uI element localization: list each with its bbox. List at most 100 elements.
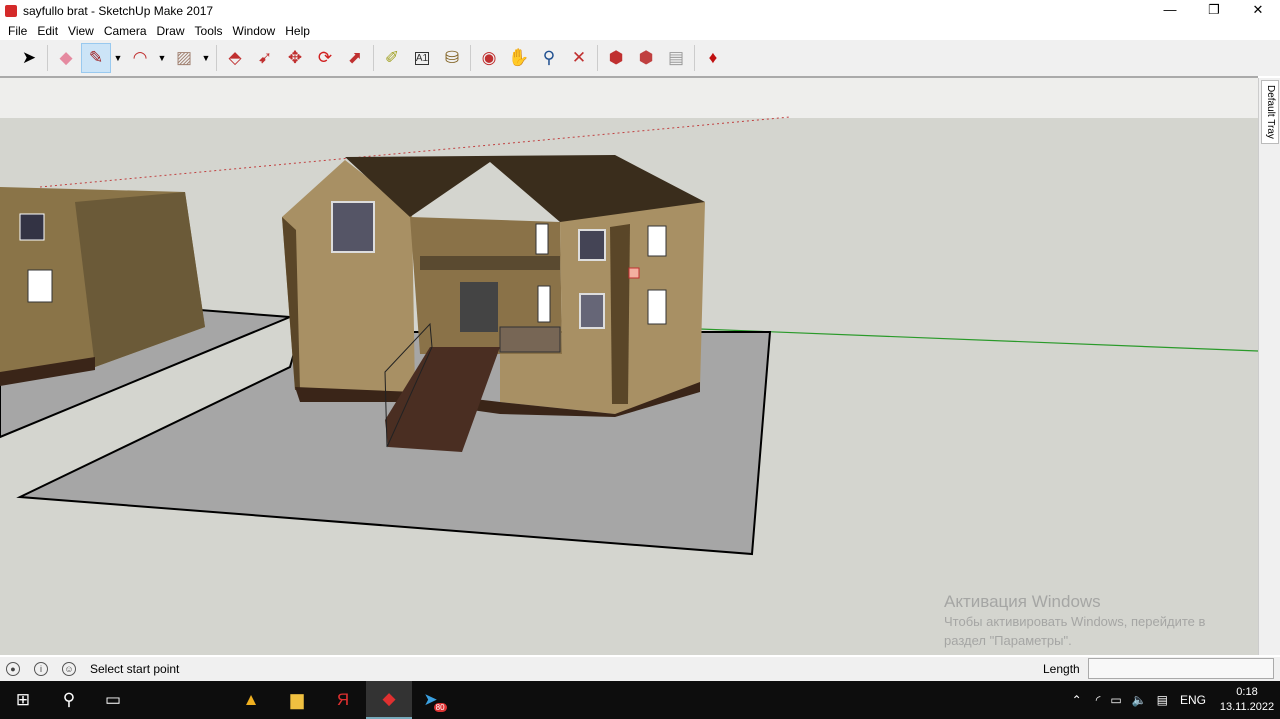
length-input[interactable] <box>1088 658 1274 679</box>
length-label: Length <box>1043 662 1080 676</box>
toolbar-divider <box>216 45 217 71</box>
select-tool-button[interactable]: ➤ <box>14 43 44 73</box>
extension-warehouse-icon: ⬢ <box>638 48 654 67</box>
arc-tool-icon: ◠ <box>132 48 148 67</box>
default-tray-tab[interactable]: Default Tray <box>1261 80 1279 144</box>
pan-tool-button[interactable]: ✋ <box>504 43 534 73</box>
rectangle-tool-button[interactable]: ▨ <box>169 43 199 73</box>
chevron-down-icon[interactable]: ▼ <box>155 53 169 63</box>
windows-activation-watermark: Активация Windows Чтобы активировать Win… <box>944 592 1205 650</box>
wifi-icon[interactable]: ◜ <box>1096 693 1101 707</box>
eraser-tool-icon: ◆ <box>59 48 73 67</box>
notifications-icon[interactable]: ▤ <box>1157 693 1168 707</box>
push-pull-tool-icon: ⬘ <box>228 48 242 67</box>
system-tray: ⌃ ◜ ▭ 🔈 ▤ ENG 0:18 13.11.2022 <box>1072 681 1280 719</box>
language-indicator[interactable]: ENG <box>1180 693 1206 707</box>
default-tray-panel: Default Tray <box>1258 78 1280 655</box>
status-message: Select start point <box>90 662 180 676</box>
line-tool-icon: ✎ <box>88 48 104 67</box>
menu-camera[interactable]: Camera <box>99 24 152 38</box>
user-icon[interactable]: ☺ <box>62 662 76 676</box>
title-bar: sayfullo brat - SketchUp Make 2017 — ❐ ✕ <box>0 0 1280 21</box>
menu-edit[interactable]: Edit <box>32 24 63 38</box>
toolbar-divider <box>470 45 471 71</box>
extension-manager-button[interactable]: ♦ <box>698 43 728 73</box>
task-view-icon[interactable]: ▭ <box>90 681 136 719</box>
windows-taskbar: ⊞ ⚲ ▭ ▲ ▆ Я ◆ ➤ 80 ⌃ ◜ ▭ 🔈 ▤ ENG 0:18 13.… <box>0 681 1280 719</box>
window-title: sayfullo brat - SketchUp Make 2017 <box>23 3 214 18</box>
send-to-layout-button[interactable]: ▤ <box>661 43 691 73</box>
rotate-tool-button[interactable]: ⟳ <box>310 43 340 73</box>
paint-bucket-tool-icon: ⛁ <box>444 48 460 67</box>
clock[interactable]: 0:18 13.11.2022 <box>1214 685 1280 715</box>
telegram-icon[interactable]: ➤ 80 <box>412 681 458 719</box>
follow-me-tool-icon: ➹ <box>257 48 273 67</box>
orbit-tool-button[interactable]: ◉ <box>474 43 504 73</box>
clock-time: 0:18 <box>1236 686 1258 698</box>
restore-button[interactable]: ❐ <box>1192 0 1236 21</box>
3d-warehouse-icon: ⬢ <box>608 48 624 67</box>
zoom-tool-button[interactable]: ⚲ <box>534 43 564 73</box>
zoom-extents-tool-icon: ✕ <box>571 48 587 67</box>
3d-warehouse-button[interactable]: ⬢ <box>601 43 631 73</box>
clock-date: 13.11.2022 <box>1219 701 1275 713</box>
menu-tools[interactable]: Tools <box>190 24 228 38</box>
toolbar-divider <box>373 45 374 71</box>
file-explorer-icon[interactable]: ▆ <box>274 681 320 719</box>
show-hidden-icons[interactable]: ⌃ <box>1072 693 1082 707</box>
follow-me-tool-button[interactable]: ➹ <box>250 43 280 73</box>
arc-tool-button[interactable]: ◠ <box>125 43 155 73</box>
send-to-layout-icon: ▤ <box>667 48 685 67</box>
line-tool-button[interactable]: ✎ <box>81 43 111 73</box>
zoom-tool-icon: ⚲ <box>542 48 556 67</box>
credits-icon[interactable]: i <box>34 662 48 676</box>
model-viewport[interactable] <box>0 76 1258 655</box>
3d-model-scene <box>0 78 1258 556</box>
text-tool-button[interactable]: A1 <box>407 43 437 73</box>
menu-file[interactable]: File <box>3 24 32 38</box>
pan-tool-icon: ✋ <box>508 48 530 67</box>
menu-view[interactable]: View <box>63 24 99 38</box>
tape-measure-tool-button[interactable]: ✐ <box>377 43 407 73</box>
select-tool-icon: ➤ <box>21 48 37 67</box>
yandex-browser-icon[interactable]: Я <box>320 681 366 719</box>
volume-icon[interactable]: 🔈 <box>1132 693 1147 707</box>
chevron-down-icon[interactable]: ▼ <box>199 53 213 63</box>
tape-measure-tool-icon: ✐ <box>384 48 400 67</box>
sketchup-logo-icon <box>5 4 17 17</box>
main-toolbar: ➤ ◆ ✎ ▼ ◠ ▼ ▨ ▼ ⬘ ➹ ✥ ⟳ ⬈ ✐ A1 ⛁ ◉ ✋ ⚲ ✕ ⬢ ⬢ ▤ ♦ <box>0 40 1280 76</box>
toolbar-divider <box>597 45 598 71</box>
menu-help[interactable]: Help <box>280 24 315 38</box>
move-tool-button[interactable]: ✥ <box>280 43 310 73</box>
extension-manager-icon: ♦ <box>708 48 718 67</box>
move-tool-icon: ✥ <box>287 48 303 67</box>
eraser-tool-button[interactable]: ◆ <box>51 43 81 73</box>
toolbar-divider <box>694 45 695 71</box>
rotate-tool-icon: ⟳ <box>317 48 333 67</box>
chevron-down-icon[interactable]: ▼ <box>111 53 125 63</box>
scale-tool-button[interactable]: ⬈ <box>340 43 370 73</box>
close-button[interactable]: ✕ <box>1236 0 1280 21</box>
push-pull-tool-button[interactable]: ⬘ <box>220 43 250 73</box>
telegram-badge: 80 <box>433 702 447 712</box>
extension-warehouse-button[interactable]: ⬢ <box>631 43 661 73</box>
rectangle-tool-icon: ▨ <box>175 48 193 67</box>
battery-icon[interactable]: ▭ <box>1110 693 1121 707</box>
search-icon[interactable]: ⚲ <box>46 681 92 719</box>
start-button[interactable]: ⊞ <box>0 681 46 719</box>
zoom-extents-tool-button[interactable]: ✕ <box>564 43 594 73</box>
sketchup-taskbar-icon[interactable]: ◆ <box>366 681 412 719</box>
watermark-title: Активация Windows <box>944 592 1101 611</box>
watermark-line2: раздел "Параметры". <box>944 633 1072 648</box>
menu-draw[interactable]: Draw <box>152 24 190 38</box>
avast-icon[interactable]: ▲ <box>228 681 274 719</box>
geolocation-icon[interactable]: ● <box>6 662 20 676</box>
scale-tool-icon: ⬈ <box>347 48 363 67</box>
text-tool-icon: A1 <box>414 51 430 65</box>
minimize-button[interactable]: — <box>1148 0 1192 21</box>
paint-bucket-tool-button[interactable]: ⛁ <box>437 43 467 73</box>
watermark-line1: Чтобы активировать Windows, перейдите в <box>944 614 1206 629</box>
orbit-tool-icon: ◉ <box>481 48 497 67</box>
status-bar: ● i ☺ Select start point Length <box>0 657 1280 681</box>
menu-window[interactable]: Window <box>228 24 281 38</box>
